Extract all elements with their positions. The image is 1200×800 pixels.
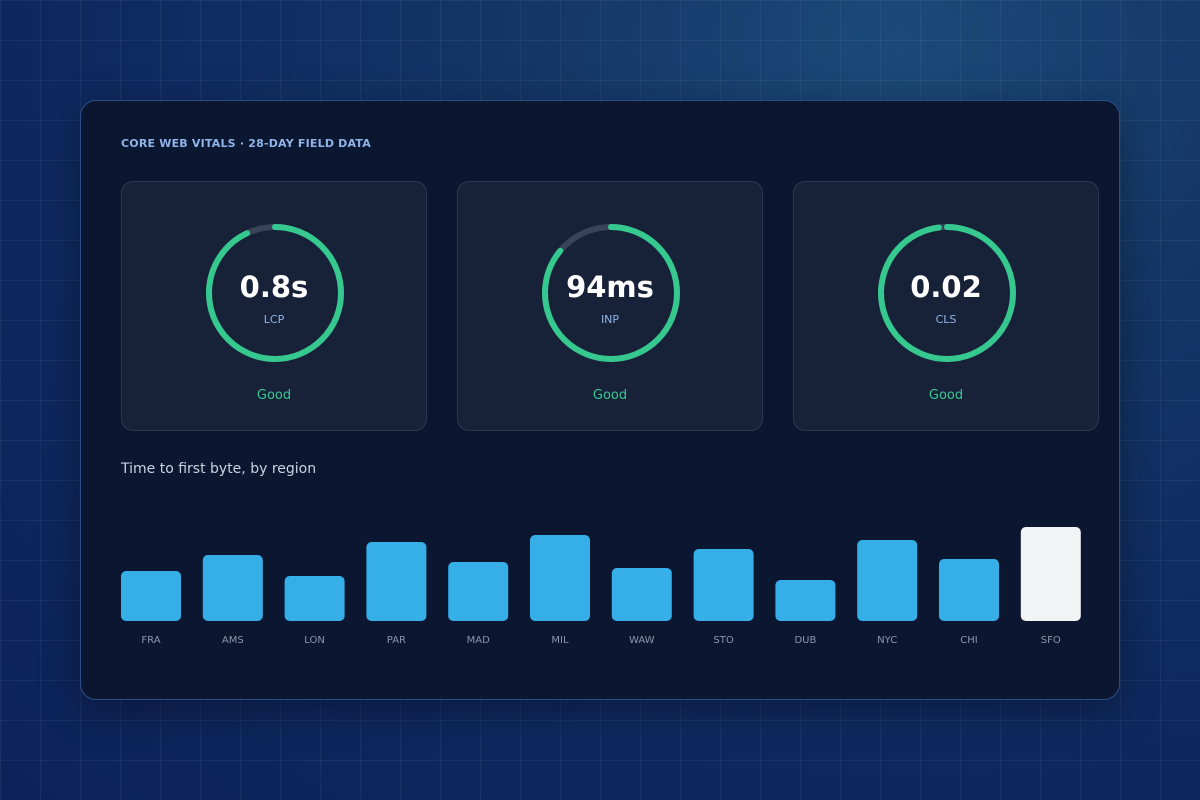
bar-sto[interactable] [693,549,754,621]
bar-ams[interactable] [202,555,263,621]
cls-label: CLS [935,313,957,326]
bar-label-mad: MAD [467,635,490,646]
bar-label-sfo: SFO [1041,635,1061,646]
cls-status: Good [928,388,964,403]
lcp-value: 0.8s [239,270,309,304]
inp-status: Good [592,388,628,403]
bar-fra[interactable] [121,571,181,621]
bar-dub[interactable] [775,580,836,621]
bar-label-nyc: NYC [877,635,897,646]
bar-label-fra: FRA [141,635,160,646]
bar-label-dub: DUB [794,635,816,646]
vitals-card: CORE WEB VITALS · 28-DAY FIELD DATA 0.8s… [80,100,1120,700]
bar-label-par: PAR [387,635,406,646]
bar-sfo[interactable] [1020,527,1081,621]
bar-label-chi: CHI [960,635,977,646]
vital-card-cls: 0.02 CLS Good [793,181,1099,431]
bar-label-ams: AMS [222,635,244,646]
ttfb-bar-chart: FRA AMS LON PAR MAD MIL WAW STO DUB NYC CHI SFO [121,501,1081,661]
bar-par[interactable] [366,542,427,621]
lcp-label: LCP [263,313,285,326]
bar-chi[interactable] [939,559,999,621]
vital-card-inp: 94ms INP Good [457,181,763,431]
bar-mil[interactable] [530,535,590,621]
inp-label: INP [600,313,620,326]
vital-card-lcp: 0.8s LCP Good [121,181,427,431]
bar-mad[interactable] [448,562,509,621]
bar-label-lon: LON [304,635,325,646]
bar-lon[interactable] [284,576,345,621]
cls-value: 0.02 [910,270,982,304]
bar-label-mil: MIL [551,635,569,646]
bar-waw[interactable] [611,568,672,621]
inp-value: 94ms [566,270,654,304]
ttfb-chart-title: Time to first byte, by region [121,461,317,477]
card-title: CORE WEB VITALS · 28-DAY FIELD DATA [121,137,371,150]
bar-label-waw: WAW [629,635,655,646]
bar-label-sto: STO [713,635,733,646]
lcp-status: Good [256,388,292,403]
bar-nyc[interactable] [857,540,918,621]
